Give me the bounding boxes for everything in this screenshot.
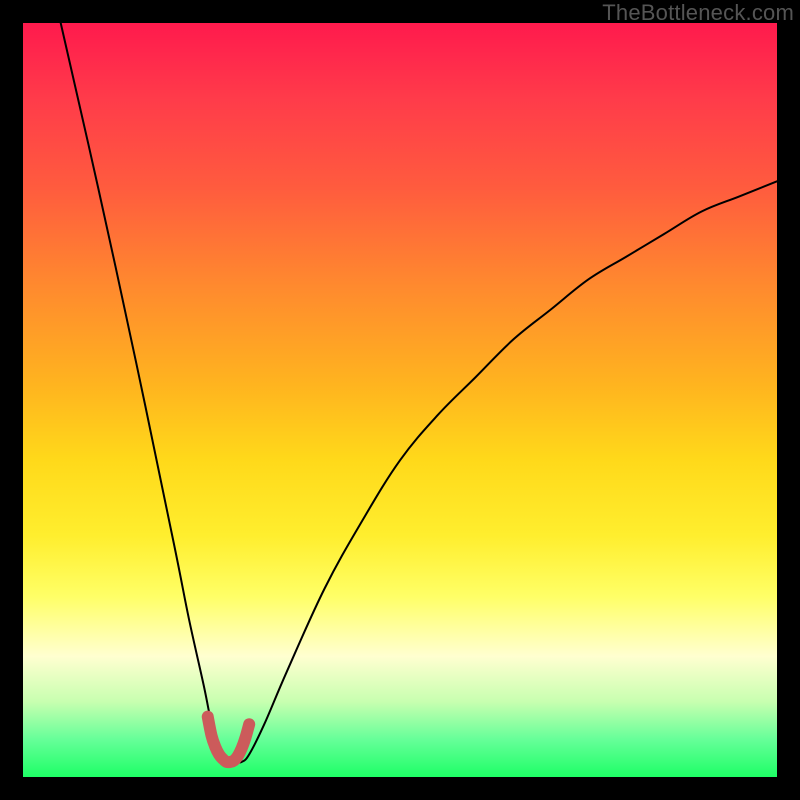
plot-area [23, 23, 777, 777]
bottleneck-curve [61, 23, 777, 763]
chart-frame: TheBottleneck.com [0, 0, 800, 800]
watermark-text: TheBottleneck.com [602, 0, 794, 26]
bottleneck-minimum-highlight [208, 717, 249, 763]
curve-layer [23, 23, 777, 777]
